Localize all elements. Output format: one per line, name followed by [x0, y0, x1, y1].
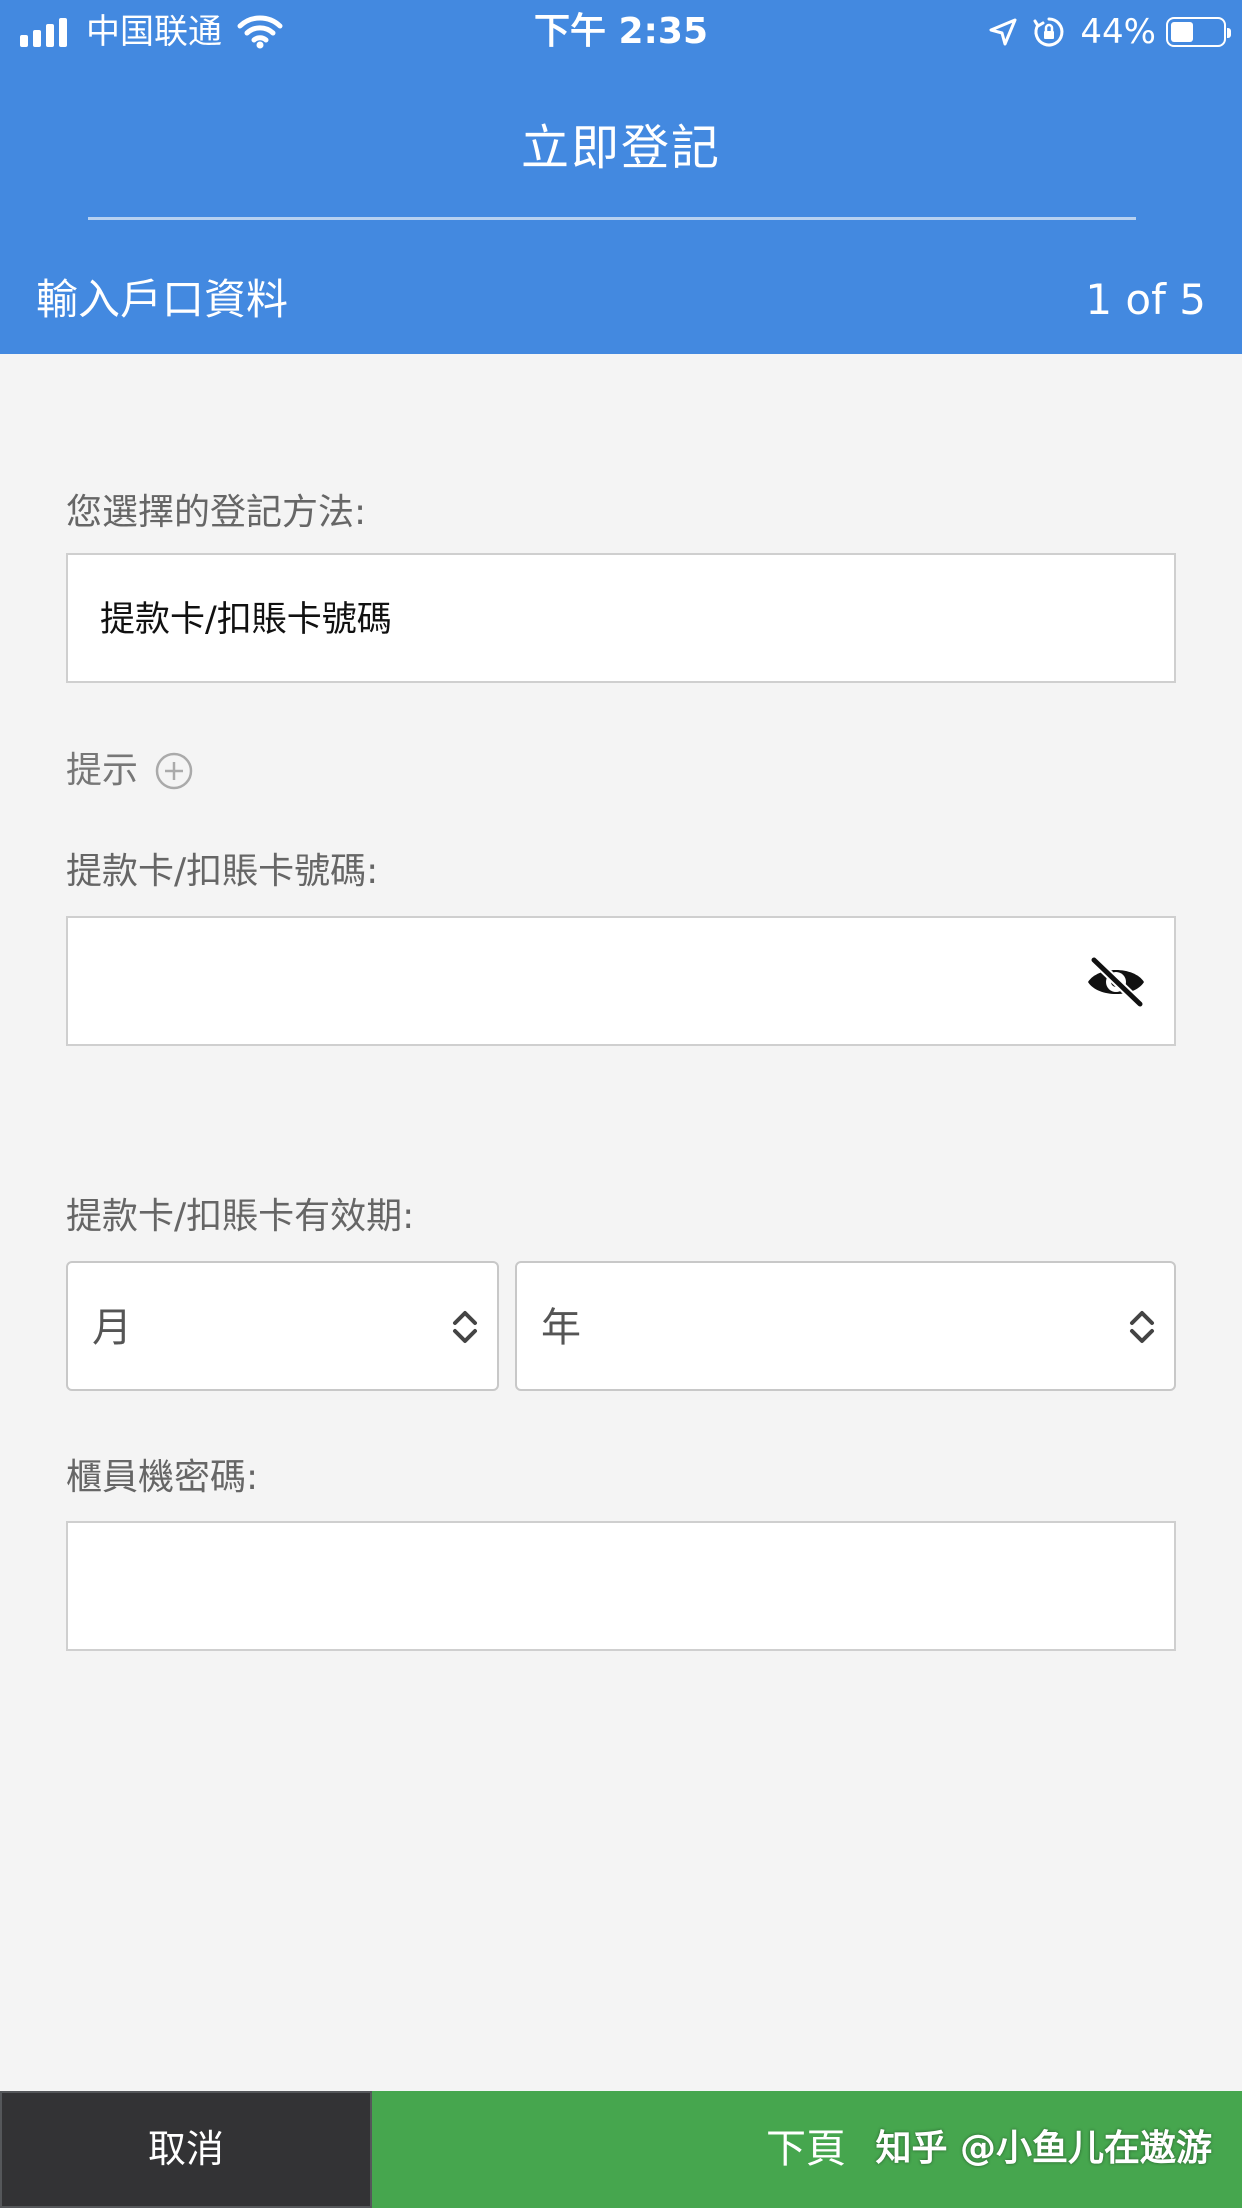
card-number-input[interactable]	[66, 916, 1176, 1046]
next-button-label: 下頁	[766, 2126, 846, 2172]
hint-toggle[interactable]: 提示	[66, 743, 194, 799]
battery-percent: 44%	[1080, 12, 1156, 52]
method-value: 提款卡/扣賬卡號碼	[100, 600, 392, 640]
status-right: 44%	[988, 10, 1231, 54]
pin-input[interactable]	[66, 1521, 1176, 1651]
registration-page: 中国联通 下午 2:35 44% 立即登記 輸入戶口資料 1 of 5 您選擇的…	[0, 0, 1242, 2208]
watermark-text: 知乎 @小鱼儿在遨游	[875, 2128, 1212, 2169]
step-label: 輸入戶口資料	[36, 275, 289, 324]
rotation-lock-icon	[1033, 17, 1064, 47]
expiry-label: 提款卡/扣賬卡有效期:	[66, 1196, 415, 1237]
status-bar: 中国联通 下午 2:35 44%	[0, 0, 1242, 64]
expiry-year-select[interactable]: 年	[515, 1261, 1176, 1391]
step-count: 1 of 5	[1085, 275, 1206, 324]
battery-level	[1171, 22, 1193, 42]
chevron-up-down-icon	[1130, 1311, 1154, 1343]
location-arrow-icon	[989, 18, 1017, 46]
hint-label: 提示	[66, 750, 139, 791]
card-number-label: 提款卡/扣賬卡號碼:	[66, 851, 379, 892]
plus-circle-icon[interactable]	[154, 751, 194, 791]
step-bar: 輸入戶口資料 1 of 5	[0, 262, 1242, 338]
expiry-year-value: 年	[541, 1305, 581, 1351]
battery-icon	[1166, 17, 1231, 47]
method-label: 您選擇的登記方法:	[66, 492, 367, 533]
eye-slash-icon[interactable]	[1084, 954, 1148, 1010]
next-button[interactable]: 下頁 知乎 @小鱼儿在遨游	[372, 2091, 1242, 2208]
page-title: 立即登記	[520, 120, 721, 176]
cancel-button[interactable]: 取消	[0, 2091, 372, 2208]
expiry-month-value: 月	[92, 1305, 132, 1351]
title-divider	[88, 217, 1136, 220]
method-field: 提款卡/扣賬卡號碼	[66, 553, 1176, 683]
pin-label: 櫃員機密碼:	[66, 1457, 259, 1498]
header: 中国联通 下午 2:35 44% 立即登記 輸入戶口資料 1 of 5	[0, 0, 1242, 354]
expiry-month-select[interactable]: 月	[66, 1261, 499, 1391]
chevron-up-down-icon	[453, 1311, 477, 1343]
